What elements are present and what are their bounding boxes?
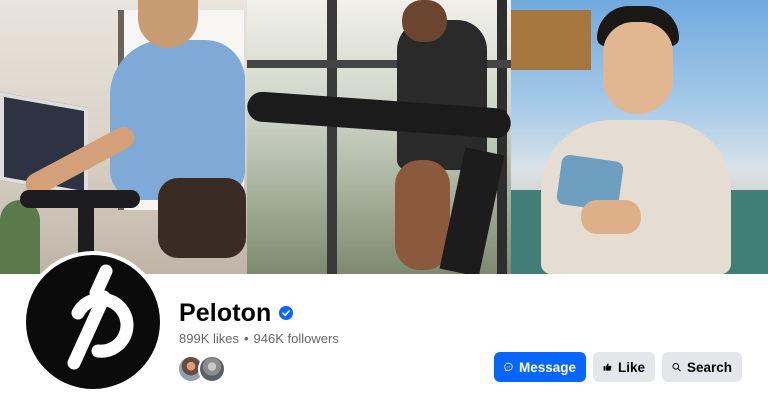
mutual-friends-avatars[interactable] [177,355,226,383]
verified-badge-icon [279,306,294,320]
search-button[interactable]: Search [662,352,742,382]
page-stats: 899K likes • 946K followers [179,331,339,346]
stats-separator: • [243,331,249,346]
page-title-row: Peloton [179,296,294,330]
search-icon [672,363,681,372]
cover-panel-woman-phone [511,0,768,274]
message-button[interactable]: Message [494,352,586,382]
search-button-label: Search [686,359,732,375]
followers-count[interactable]: 946K followers [254,331,339,346]
like-button[interactable]: Like [593,352,655,382]
peloton-logo-icon [26,255,160,389]
profile-avatar[interactable] [22,251,164,393]
messenger-icon [504,362,513,372]
message-button-label: Message [518,359,576,375]
likes-count[interactable]: 899K likes [179,331,239,346]
cover-panel-cycling-woman [0,0,247,274]
page-title[interactable]: Peloton [179,299,271,328]
friend-avatar[interactable] [198,355,226,383]
thumbs-up-icon [603,363,612,371]
like-button-label: Like [617,359,645,375]
cover-photo[interactable] [0,0,768,274]
cover-panel-cycling-man [247,0,511,274]
page-actions: Message Like Search [494,352,742,382]
